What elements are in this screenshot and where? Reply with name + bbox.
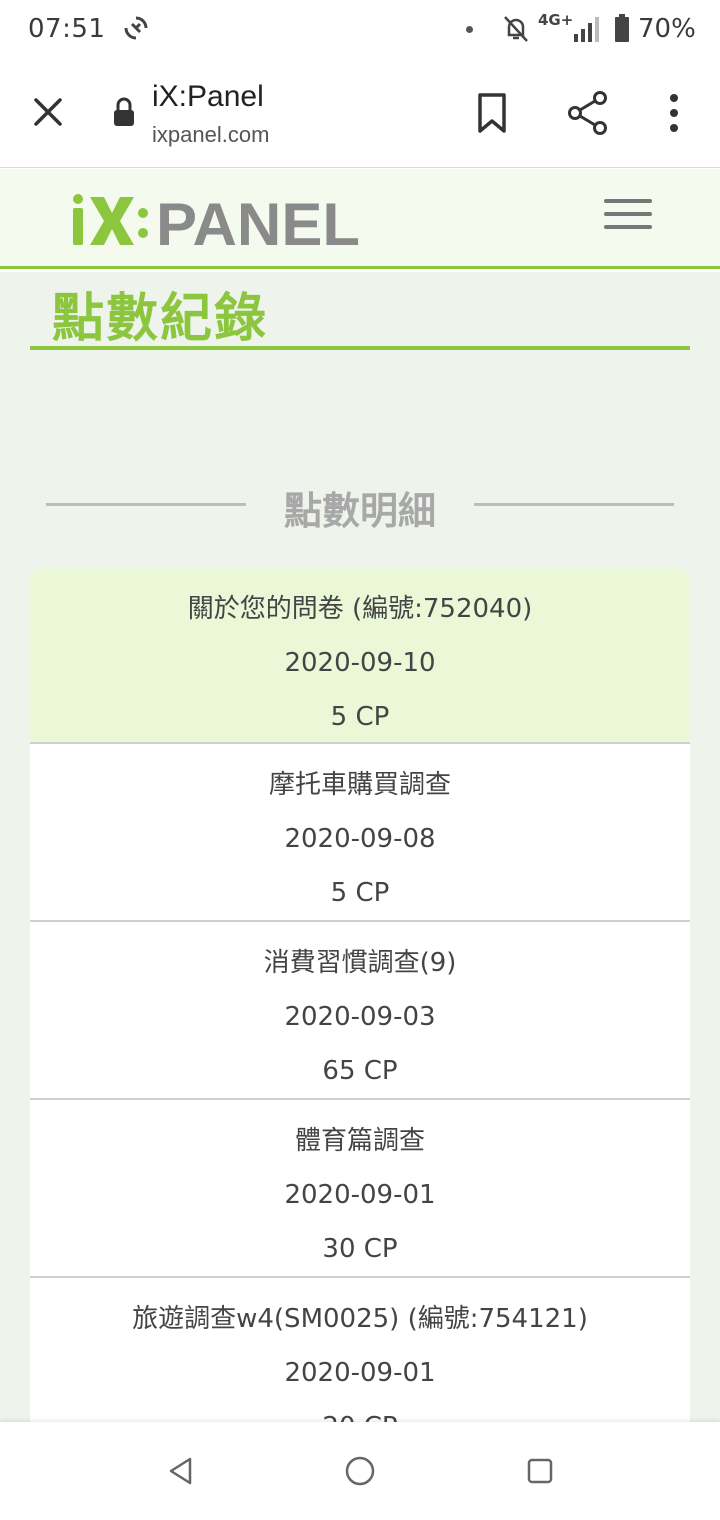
record-item: 體育篇調查 2020-09-01 30 CP bbox=[30, 1100, 690, 1278]
site-header: PANEL bbox=[0, 169, 720, 269]
battery-percent: 70% bbox=[638, 14, 696, 44]
notifications-off-icon bbox=[504, 16, 528, 42]
page-title-bar[interactable]: iX:Panel bbox=[152, 80, 264, 114]
record-date: 2020-09-10 bbox=[284, 648, 436, 678]
page-heading: 點數紀錄 bbox=[52, 289, 269, 349]
more-options-icon[interactable] bbox=[660, 92, 688, 134]
section-header: 點數明細 bbox=[46, 472, 674, 542]
home-icon[interactable] bbox=[344, 1455, 376, 1487]
sync-icon bbox=[124, 16, 148, 40]
notification-dot-icon bbox=[466, 26, 473, 33]
points-record-list: 關於您的問卷 (編號:752040) 2020-09-10 5 CP 摩托車購買… bbox=[30, 568, 690, 1422]
close-icon[interactable] bbox=[28, 92, 68, 132]
record-name: 關於您的問卷 (編號:752040) bbox=[187, 594, 533, 624]
record-name: 摩托車購買調查 bbox=[268, 770, 451, 800]
status-bar: 07:51 4G+ 70% bbox=[0, 0, 720, 58]
section-title: 點數明細 bbox=[283, 489, 436, 533]
record-item: 關於您的問卷 (編號:752040) 2020-09-10 5 CP bbox=[30, 568, 690, 744]
divider-right bbox=[474, 503, 674, 506]
record-date: 2020-09-08 bbox=[284, 824, 436, 854]
back-icon[interactable] bbox=[166, 1456, 196, 1486]
record-points: 5 CP bbox=[330, 702, 390, 732]
record-date: 2020-09-01 bbox=[284, 1358, 436, 1388]
menu-icon[interactable] bbox=[604, 199, 652, 233]
share-icon[interactable] bbox=[566, 90, 610, 136]
signal-icon bbox=[574, 17, 599, 42]
heading-underline bbox=[30, 346, 690, 350]
browser-toolbar: iX:Panel ixpanel.com bbox=[0, 58, 720, 168]
bookmark-icon[interactable] bbox=[474, 92, 510, 134]
record-points: 65 CP bbox=[322, 1056, 398, 1086]
record-points: 20 CP bbox=[30, 1400, 690, 1422]
network-type: 4G+ bbox=[538, 11, 574, 29]
record-name: 體育篇調查 bbox=[294, 1126, 425, 1156]
record-date: 2020-09-03 bbox=[284, 1002, 436, 1032]
record-item: 摩托車購買調查 2020-09-08 5 CP bbox=[30, 744, 690, 922]
recents-icon[interactable] bbox=[526, 1457, 554, 1485]
record-points: 30 CP bbox=[322, 1234, 398, 1264]
record-item: 消費習慣調查(9) 2020-09-03 65 CP bbox=[30, 922, 690, 1100]
record-name: 旅遊調查w4(SM0025) (編號:754121) bbox=[132, 1304, 588, 1334]
record-points: 5 CP bbox=[330, 878, 390, 908]
record-date: 2020-09-01 bbox=[284, 1180, 436, 1210]
record-item: 旅遊調查w4(SM0025) (編號:754121) 2020-09-01 20… bbox=[30, 1278, 690, 1422]
system-nav-bar bbox=[0, 1422, 720, 1520]
lock-icon[interactable] bbox=[112, 96, 136, 128]
svg-text:PANEL: PANEL bbox=[156, 191, 360, 249]
record-name: 消費習慣調查(9) bbox=[263, 948, 457, 978]
main-content: 點數紀錄 點數明細 關於您的問卷 (編號:752040) 2020-09-10 … bbox=[0, 272, 720, 1422]
ixpanel-logo[interactable]: PANEL bbox=[72, 191, 362, 249]
battery-icon bbox=[615, 14, 629, 42]
status-time: 07:51 bbox=[28, 14, 106, 44]
url-text[interactable]: ixpanel.com bbox=[152, 122, 269, 148]
